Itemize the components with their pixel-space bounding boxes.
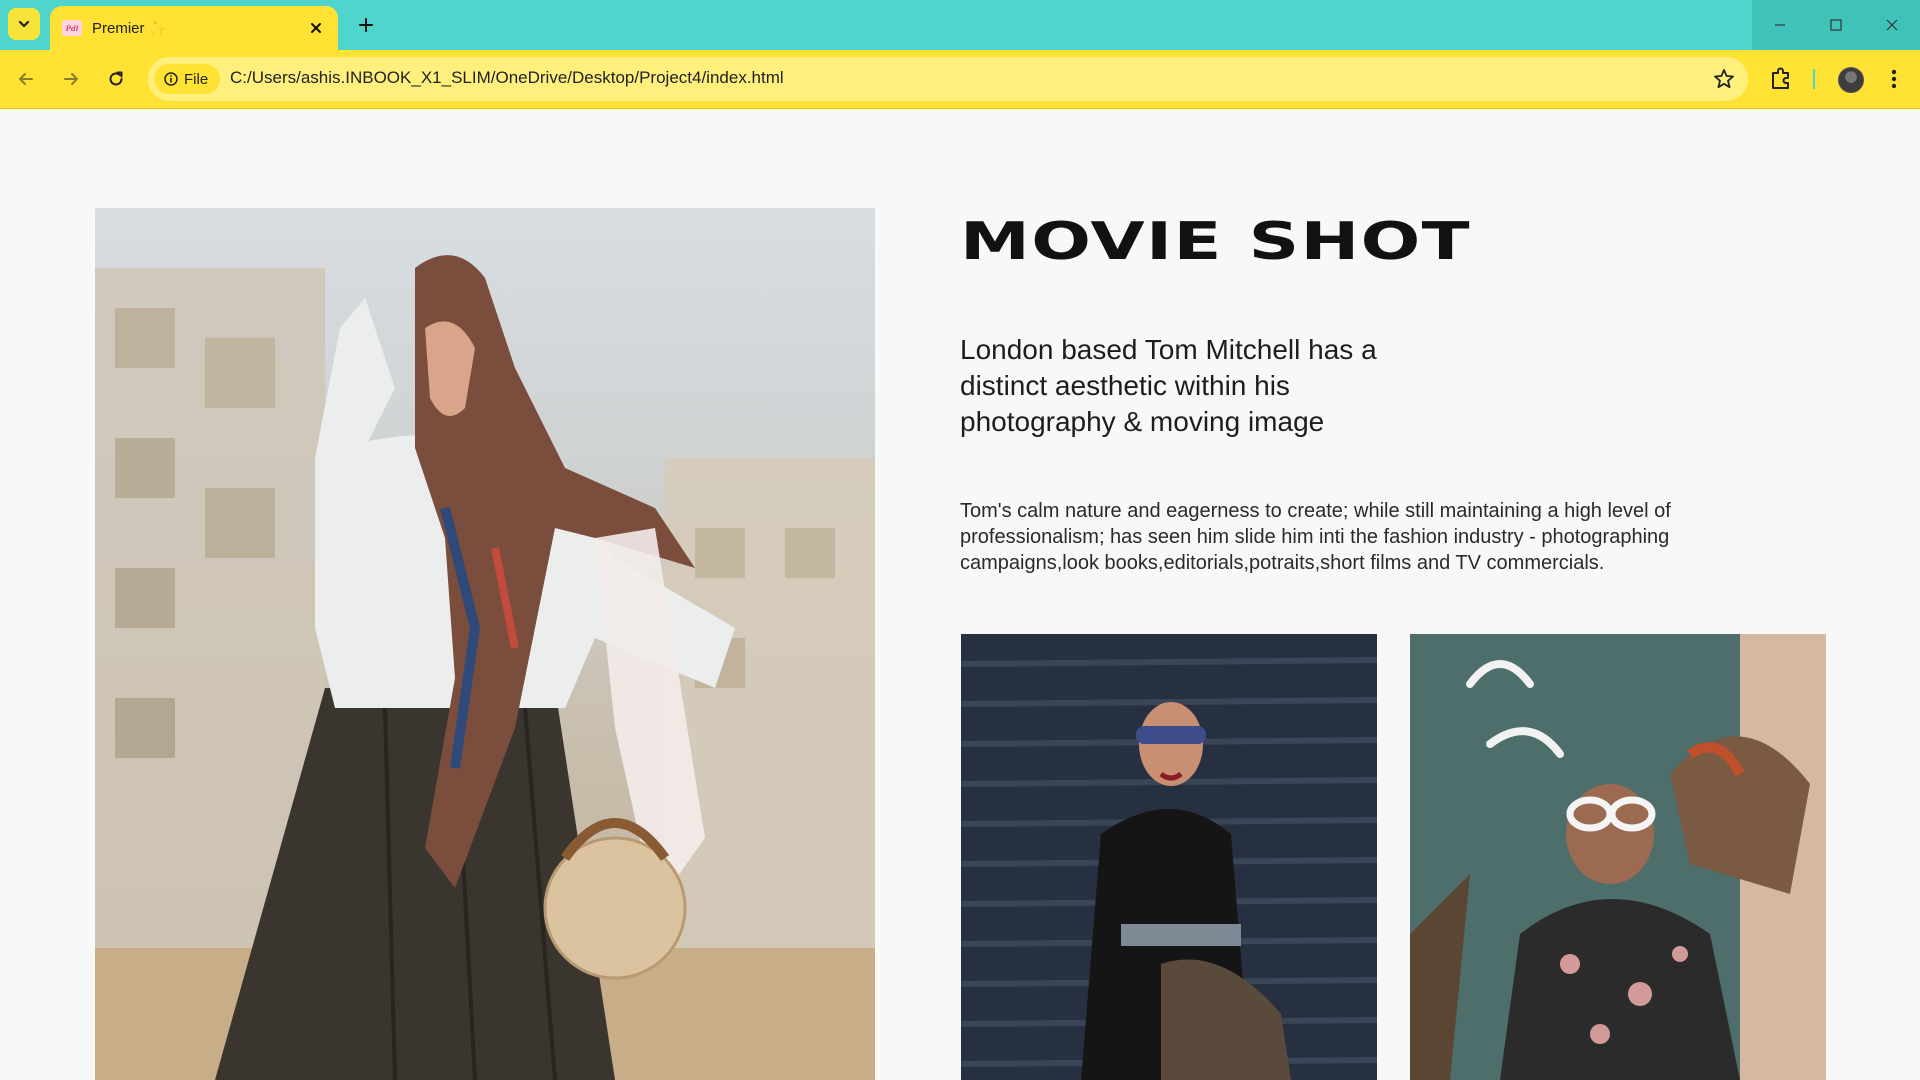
window-maximize-button[interactable] [1808, 0, 1864, 50]
lead-paragraph: London based Tom Mitchell has a distinct… [960, 334, 1377, 437]
plus-icon [359, 18, 373, 32]
window-close-button[interactable] [1864, 0, 1920, 50]
forward-button[interactable] [55, 63, 87, 95]
url-text[interactable]: C:/Users/ashis.INBOOK_X1_SLIM/OneDrive/D… [230, 68, 784, 88]
address-bar[interactable]: File C:/Users/ashis.INBOOK_X1_SLIM/OneDr… [148, 57, 1748, 101]
profile-avatar[interactable] [1838, 67, 1864, 93]
arrow-left-icon [19, 73, 33, 85]
maximize-icon [1830, 19, 1842, 31]
minimize-icon [1775, 24, 1785, 26]
gallery-photo-2 [1410, 634, 1826, 1080]
info-icon [164, 72, 178, 86]
favicon-icon: Pdl [62, 20, 82, 36]
gallery-photo-1 [961, 634, 1377, 1080]
reload-icon [109, 71, 123, 86]
site-info-chip[interactable]: File [154, 64, 220, 94]
browser-toolbar: File C:/Users/ashis.INBOOK_X1_SLIM/OneDr… [0, 50, 1920, 109]
window-minimize-button[interactable] [1752, 0, 1808, 50]
woman-in-headscarf-illustration [95, 255, 875, 1080]
toolbar-divider [1813, 69, 1815, 89]
chevron-down-icon [18, 20, 30, 28]
back-button[interactable] [10, 63, 42, 95]
browser-tab-active[interactable]: Pdl Premier ✨ [50, 6, 338, 50]
close-icon [311, 23, 321, 33]
body-paragraph: Tom's calm nature and eagerness to creat… [960, 500, 1671, 574]
hero-photo [95, 208, 875, 1080]
reload-button[interactable] [100, 63, 132, 95]
page-title: MOVIE SHOT [960, 212, 1471, 272]
tab-search-button[interactable] [8, 8, 40, 40]
close-icon [1886, 19, 1898, 31]
tab-title: Premier ✨ [92, 20, 168, 37]
bookmark-star-icon[interactable] [1712, 67, 1736, 91]
extensions-puzzle-icon[interactable] [1766, 64, 1796, 94]
arrow-right-icon [64, 73, 78, 85]
tab-strip: Pdl Premier ✨ [0, 0, 1920, 50]
woman-in-sunglasses-illustration [961, 634, 1377, 1080]
woman-in-white-sunglasses-illustration [1410, 634, 1826, 1080]
tab-close-button[interactable] [304, 16, 328, 40]
new-tab-button[interactable] [352, 11, 380, 39]
more-vert-icon[interactable] [1882, 66, 1906, 92]
site-info-label: File [184, 70, 209, 88]
